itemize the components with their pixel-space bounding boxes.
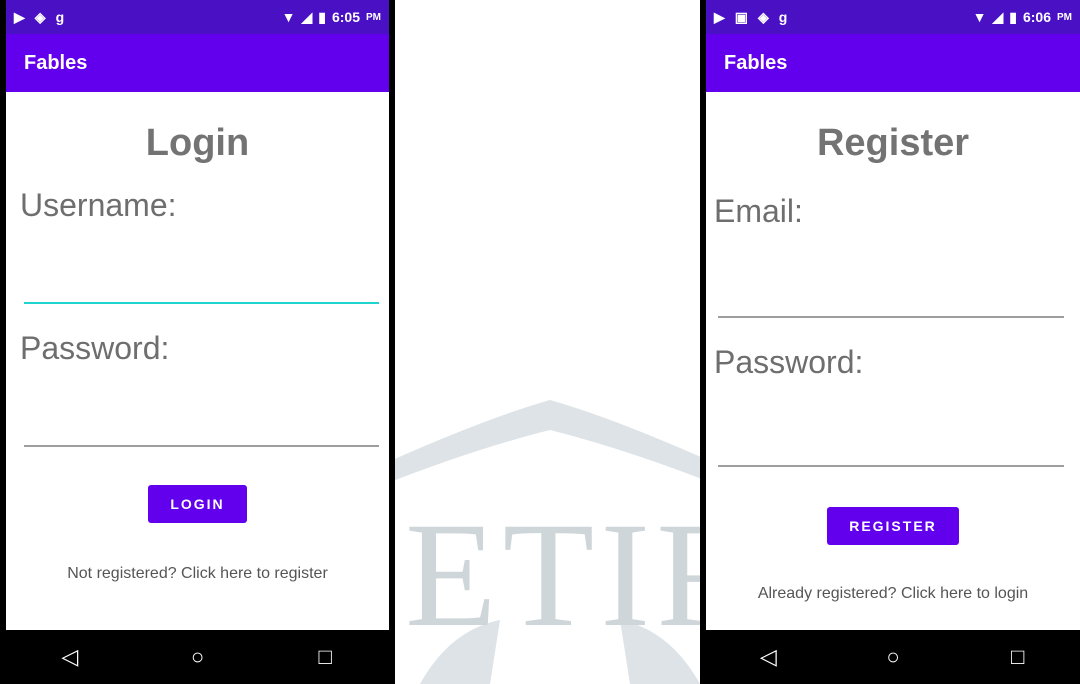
- recents-icon[interactable]: □: [295, 644, 355, 670]
- page-title: Login: [145, 122, 250, 164]
- password-input[interactable]: [718, 439, 1064, 467]
- wifi-icon: ▼: [972, 9, 987, 25]
- video-icon: ▶: [14, 9, 25, 25]
- g-icon: g: [55, 9, 65, 25]
- nav-bar: ◁ ○ □: [706, 630, 1080, 684]
- recents-icon[interactable]: □: [988, 644, 1048, 670]
- back-icon[interactable]: ◁: [40, 644, 100, 670]
- signal-icon: ◢: [301, 9, 313, 25]
- username-label: Username:: [20, 187, 177, 223]
- nav-bar: ◁ ○ □: [6, 630, 389, 684]
- register-form: Register Email: Password: REGISTER Alrea…: [706, 122, 1080, 660]
- signal-icon: ◢: [992, 9, 1004, 25]
- status-ampm: PM: [1057, 11, 1072, 23]
- app-bar: Fables: [6, 34, 389, 92]
- app-title: Fables: [724, 51, 788, 74]
- email-input[interactable]: [718, 290, 1064, 318]
- status-bar: ▶ ▣ ◈ g ▼ ◢ ▮ 6:06 PM: [706, 0, 1080, 34]
- phone-register: ▶ ▣ ◈ g ▼ ◢ ▮ 6:06 PM Fables Register Em…: [700, 0, 1080, 684]
- phone-login: ▶ ◈ g ▼ ◢ ▮ 6:05 PM Fables Login Usernam…: [0, 0, 395, 684]
- puzzle-icon: ◈: [34, 9, 46, 25]
- status-bar: ▶ ◈ g ▼ ◢ ▮ 6:05 PM: [6, 0, 389, 34]
- status-time: 6:06: [1022, 9, 1051, 25]
- app-title: Fables: [24, 51, 88, 74]
- wifi-icon: ▼: [281, 9, 296, 25]
- register-screen: ▶ ▣ ◈ g ▼ ◢ ▮ 6:06 PM Fables Register Em…: [706, 0, 1080, 684]
- login-button[interactable]: LOGIN: [148, 485, 247, 523]
- login-link[interactable]: Already registered? Click here to login: [706, 585, 1080, 603]
- page-title: Register: [816, 122, 970, 164]
- email-label: Email:: [714, 193, 803, 229]
- status-ampm: PM: [366, 11, 381, 23]
- video-icon: ▶: [714, 9, 725, 25]
- register-button[interactable]: REGISTER: [827, 507, 959, 545]
- username-input[interactable]: [24, 276, 379, 304]
- battery-icon: ▮: [318, 9, 326, 25]
- register-link[interactable]: Not registered? Click here to register: [6, 565, 389, 583]
- login-form: Login Username: Password: LOGIN Not regi…: [6, 122, 389, 660]
- back-icon[interactable]: ◁: [738, 644, 798, 670]
- home-icon[interactable]: ○: [863, 644, 923, 670]
- g-icon: g: [778, 9, 788, 25]
- password-input[interactable]: [24, 419, 379, 447]
- password-label: Password:: [714, 344, 864, 380]
- app-bar: Fables: [706, 34, 1080, 92]
- image-icon: ▣: [734, 9, 749, 25]
- login-screen: ▶ ◈ g ▼ ◢ ▮ 6:05 PM Fables Login Usernam…: [6, 0, 389, 684]
- status-time: 6:05: [331, 9, 360, 25]
- password-label: Password:: [20, 330, 170, 366]
- home-icon[interactable]: ○: [167, 644, 227, 670]
- puzzle-icon: ◈: [758, 9, 769, 25]
- battery-icon: ▮: [1009, 9, 1017, 25]
